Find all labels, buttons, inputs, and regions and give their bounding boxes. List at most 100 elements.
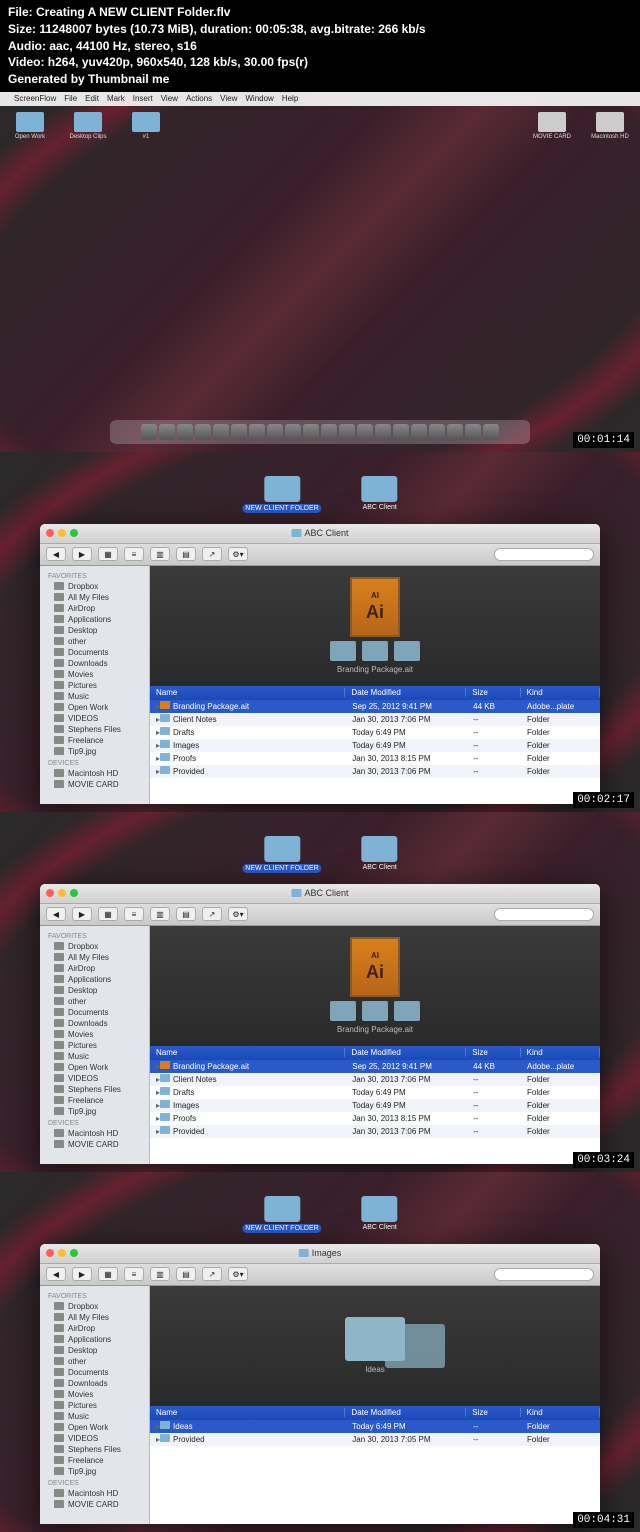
view-list-button[interactable]: ≡ bbox=[124, 907, 144, 921]
sidebar-item[interactable]: Dropbox bbox=[40, 1301, 149, 1312]
view-columns-button[interactable]: ▥ bbox=[150, 907, 170, 921]
zoom-button[interactable] bbox=[70, 889, 78, 897]
view-icons-button[interactable]: ▦ bbox=[98, 547, 118, 561]
coverflow-preview[interactable]: Ideas bbox=[150, 1286, 600, 1406]
minimize-button[interactable] bbox=[58, 1249, 66, 1257]
sidebar-item[interactable]: Open Work bbox=[40, 702, 149, 713]
sidebar-item[interactable]: Documents bbox=[40, 1367, 149, 1378]
table-row[interactable]: ▸Branding Package.ait Sep 25, 2012 9:41 … bbox=[150, 1060, 600, 1073]
sidebar-item[interactable]: Desktop bbox=[40, 625, 149, 636]
view-columns-button[interactable]: ▥ bbox=[150, 547, 170, 561]
table-row[interactable]: ▸Drafts Today 6:49 PM -- Folder bbox=[150, 726, 600, 739]
desktop-folder[interactable]: Open Work bbox=[10, 112, 50, 140]
sidebar-item[interactable]: Stephens Files bbox=[40, 724, 149, 735]
sidebar-item[interactable]: Pictures bbox=[40, 680, 149, 691]
view-icons-button[interactable]: ▦ bbox=[98, 907, 118, 921]
table-header[interactable]: Name Date Modified Size Kind bbox=[150, 686, 600, 700]
action-button[interactable]: ⚙▾ bbox=[228, 547, 248, 561]
sidebar-item[interactable]: VIDEOS bbox=[40, 1073, 149, 1084]
view-list-button[interactable]: ≡ bbox=[124, 547, 144, 561]
sidebar-item[interactable]: VIDEOS bbox=[40, 713, 149, 724]
mac-menubar[interactable]: ScreenFlow File Edit Mark Insert View Ac… bbox=[0, 92, 640, 106]
table-row[interactable]: ▸Images Today 6:49 PM -- Folder bbox=[150, 1099, 600, 1112]
sidebar-item[interactable]: AirDrop bbox=[40, 963, 149, 974]
desktop-folder-new-client[interactable]: NEW CLIENT FOLDER bbox=[242, 836, 321, 873]
window-titlebar[interactable]: ABC Client bbox=[40, 884, 600, 904]
coverflow-preview[interactable]: AIAiBranding Package.ait bbox=[150, 926, 600, 1046]
app-name[interactable]: ScreenFlow bbox=[14, 94, 56, 103]
sidebar-item[interactable]: Freelance bbox=[40, 1455, 149, 1466]
sidebar-item[interactable]: Macintosh HD bbox=[40, 1488, 149, 1499]
sidebar-item[interactable]: Desktop bbox=[40, 1345, 149, 1356]
table-row[interactable]: ▸Provided Jan 30, 2013 7:05 PM -- Folder bbox=[150, 1433, 600, 1446]
close-button[interactable] bbox=[46, 529, 54, 537]
close-button[interactable] bbox=[46, 889, 54, 897]
sidebar-item[interactable]: Downloads bbox=[40, 1378, 149, 1389]
back-button[interactable]: ◀ bbox=[46, 547, 66, 561]
sidebar-item[interactable]: Open Work bbox=[40, 1422, 149, 1433]
sidebar-item[interactable]: Downloads bbox=[40, 1018, 149, 1029]
sidebar-item[interactable]: AirDrop bbox=[40, 1323, 149, 1334]
close-button[interactable] bbox=[46, 1249, 54, 1257]
forward-button[interactable]: ▶ bbox=[72, 1267, 92, 1281]
sidebar-item[interactable]: Open Work bbox=[40, 1062, 149, 1073]
back-button[interactable]: ◀ bbox=[46, 907, 66, 921]
table-row[interactable]: ▸Images Today 6:49 PM -- Folder bbox=[150, 739, 600, 752]
table-row[interactable]: ▸Branding Package.ait Sep 25, 2012 9:41 … bbox=[150, 700, 600, 713]
sidebar-item[interactable]: Stephens Files bbox=[40, 1084, 149, 1095]
window-titlebar[interactable]: ABC Client bbox=[40, 524, 600, 544]
zoom-button[interactable] bbox=[70, 1249, 78, 1257]
back-button[interactable]: ◀ bbox=[46, 1267, 66, 1281]
coverflow-preview[interactable]: AIAiBranding Package.ait bbox=[150, 566, 600, 686]
mac-dock[interactable] bbox=[110, 420, 530, 444]
sidebar-item[interactable]: Macintosh HD bbox=[40, 1128, 149, 1139]
view-coverflow-button[interactable]: ▤ bbox=[176, 907, 196, 921]
sidebar-item[interactable]: All My Files bbox=[40, 952, 149, 963]
desktop-folder-abc-client[interactable]: ABC Client bbox=[362, 836, 398, 873]
table-row[interactable]: ▸Client Notes Jan 30, 2013 7:06 PM -- Fo… bbox=[150, 713, 600, 726]
sidebar-item[interactable]: Applications bbox=[40, 614, 149, 625]
sidebar-item[interactable]: MOVIE CARD bbox=[40, 1139, 149, 1150]
sidebar-item[interactable]: Applications bbox=[40, 1334, 149, 1345]
sidebar-item[interactable]: Applications bbox=[40, 974, 149, 985]
action-button[interactable]: ⚙▾ bbox=[228, 1267, 248, 1281]
desktop-folder-new-client[interactable]: NEW CLIENT FOLDER bbox=[242, 1196, 321, 1233]
forward-button[interactable]: ▶ bbox=[72, 547, 92, 561]
table-row[interactable]: ▸Client Notes Jan 30, 2013 7:06 PM -- Fo… bbox=[150, 1073, 600, 1086]
table-row[interactable]: ▸Provided Jan 30, 2013 7:06 PM -- Folder bbox=[150, 765, 600, 778]
table-row[interactable]: ▸Drafts Today 6:49 PM -- Folder bbox=[150, 1086, 600, 1099]
sidebar-item[interactable]: MOVIE CARD bbox=[40, 1499, 149, 1510]
action-button[interactable]: ⚙▾ bbox=[228, 907, 248, 921]
sidebar-item[interactable]: Tip9.jpg bbox=[40, 1466, 149, 1477]
sidebar-item[interactable]: Movies bbox=[40, 1389, 149, 1400]
sidebar-item[interactable]: Tip9.jpg bbox=[40, 1106, 149, 1117]
view-columns-button[interactable]: ▥ bbox=[150, 1267, 170, 1281]
desktop-folder[interactable]: #1 bbox=[126, 112, 166, 140]
share-button[interactable]: ↗ bbox=[202, 907, 222, 921]
forward-button[interactable]: ▶ bbox=[72, 907, 92, 921]
table-row[interactable]: ▸Ideas Today 6:49 PM -- Folder bbox=[150, 1420, 600, 1433]
desktop-drive[interactable]: MOVIE CARD bbox=[532, 112, 572, 140]
sidebar-item[interactable]: Dropbox bbox=[40, 941, 149, 952]
search-input[interactable] bbox=[494, 908, 594, 921]
sidebar-item[interactable]: Freelance bbox=[40, 1095, 149, 1106]
sidebar-item[interactable]: other bbox=[40, 636, 149, 647]
sidebar-item[interactable]: Desktop bbox=[40, 985, 149, 996]
sidebar-item[interactable]: other bbox=[40, 1356, 149, 1367]
table-row[interactable]: ▸Proofs Jan 30, 2013 8:15 PM -- Folder bbox=[150, 752, 600, 765]
dock-app-icon[interactable] bbox=[141, 424, 157, 440]
view-coverflow-button[interactable]: ▤ bbox=[176, 1267, 196, 1281]
sidebar-item[interactable]: Documents bbox=[40, 1007, 149, 1018]
search-input[interactable] bbox=[494, 548, 594, 561]
sidebar-item[interactable]: Downloads bbox=[40, 658, 149, 669]
sidebar-item[interactable]: Movies bbox=[40, 669, 149, 680]
sidebar-item[interactable]: Dropbox bbox=[40, 581, 149, 592]
desktop-folder-new-client[interactable]: NEW CLIENT FOLDER bbox=[242, 476, 321, 513]
minimize-button[interactable] bbox=[58, 529, 66, 537]
view-list-button[interactable]: ≡ bbox=[124, 1267, 144, 1281]
share-button[interactable]: ↗ bbox=[202, 547, 222, 561]
sidebar-item[interactable]: Pictures bbox=[40, 1040, 149, 1051]
table-row[interactable]: ▸Provided Jan 30, 2013 7:06 PM -- Folder bbox=[150, 1125, 600, 1138]
table-header[interactable]: Name Date Modified Size Kind bbox=[150, 1046, 600, 1060]
sidebar-item[interactable]: Music bbox=[40, 1411, 149, 1422]
